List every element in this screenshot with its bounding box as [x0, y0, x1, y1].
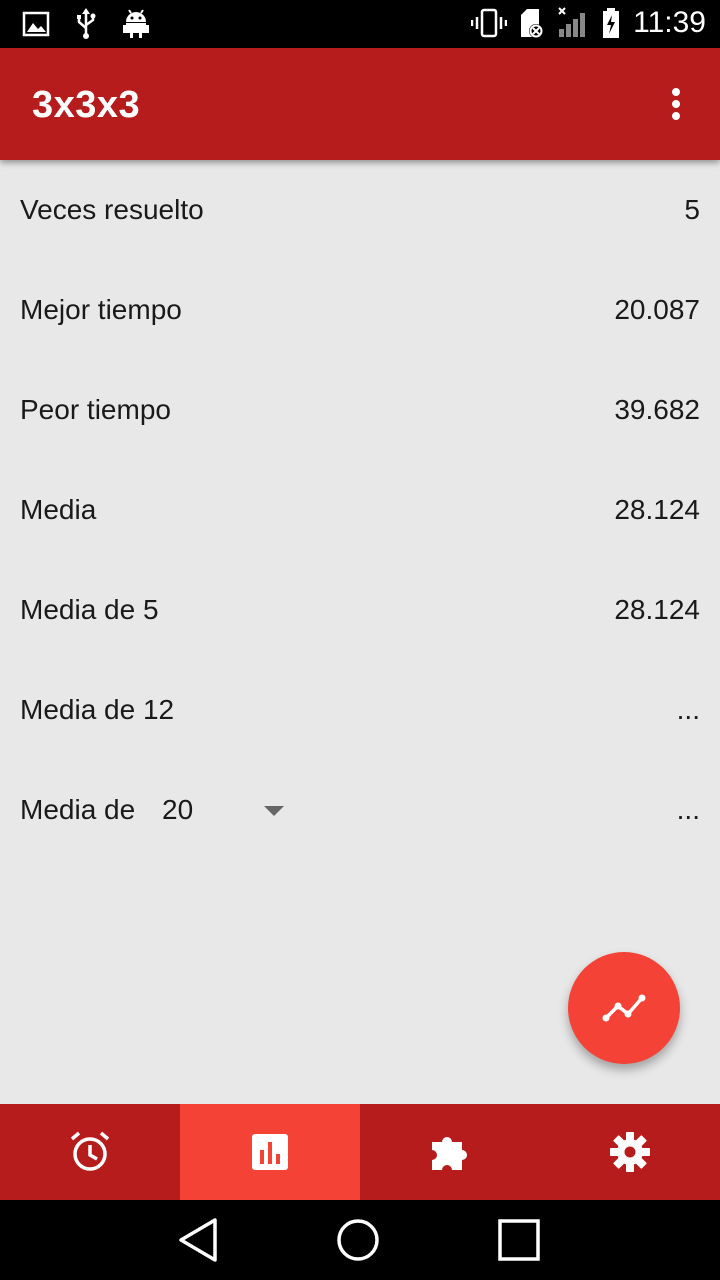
more-vert-icon[interactable] [656, 84, 696, 124]
gear-icon [610, 1132, 650, 1172]
image-icon [22, 11, 50, 37]
back-icon[interactable] [177, 1216, 221, 1264]
nav-timer[interactable] [0, 1104, 180, 1200]
chart-button[interactable] [568, 952, 680, 1064]
stat-value: 39.682 [614, 394, 700, 425]
stat-row-mean: Media 28.124 [0, 460, 720, 560]
stat-label: Media [20, 494, 97, 525]
stat-row-avg5: Media de 5 28.124 [0, 560, 720, 660]
average-size-dropdown[interactable]: 20 [162, 794, 292, 834]
system-navigation-bar [0, 1200, 720, 1280]
chart-line-icon [602, 994, 646, 1022]
stat-value: 20.087 [614, 294, 700, 325]
sd-card-icon [521, 9, 544, 38]
home-icon[interactable] [334, 1216, 382, 1264]
stat-label: Peor tiempo [20, 394, 171, 425]
stat-row-avg12: Media de 12 ... [0, 660, 720, 760]
alarm-icon [70, 1131, 110, 1171]
stat-value: ... [676, 694, 700, 725]
stats-list: Veces resuelto 5 Mejor tiempo 20.087 Peo… [0, 160, 720, 860]
vibrate-icon [471, 8, 508, 38]
stat-label: Media de 5 [20, 594, 159, 625]
stat-label: Media de [20, 794, 136, 825]
battery-charging-icon [603, 8, 620, 38]
chevron-down-icon [264, 806, 284, 816]
android-debug-icon [123, 9, 149, 38]
bar-chart-icon [252, 1134, 288, 1170]
nav-settings[interactable] [540, 1104, 720, 1200]
signal-icon [558, 7, 586, 37]
nav-puzzles[interactable] [360, 1104, 540, 1200]
stat-row-worst: Peor tiempo 39.682 [0, 360, 720, 460]
stat-value: 28.124 [614, 594, 700, 625]
recents-icon[interactable] [495, 1216, 543, 1264]
stat-row-best: Mejor tiempo 20.087 [0, 260, 720, 360]
stat-row-solves: Veces resuelto 5 [0, 160, 720, 260]
stat-label: Media de 12 [20, 694, 175, 725]
dropdown-selected-value: 20 [162, 794, 194, 825]
stat-label: Mejor tiempo [20, 294, 182, 325]
page-title: 3x3x3 [32, 84, 141, 126]
nav-stats[interactable] [180, 1104, 360, 1200]
puzzle-icon [432, 1137, 467, 1170]
app-bar: 3x3x3 [0, 48, 720, 160]
stat-label: Veces resuelto [20, 194, 204, 225]
clock: 11:39 [633, 6, 706, 39]
stat-value: 28.124 [614, 494, 700, 525]
stat-value: ... [676, 794, 700, 825]
bottom-navigation [0, 1104, 720, 1200]
usb-icon [77, 8, 96, 39]
status-bar: 11:39 [0, 0, 720, 48]
stat-value: 5 [684, 194, 700, 225]
stat-row-avg-n: Media de 20 ... [0, 760, 720, 860]
